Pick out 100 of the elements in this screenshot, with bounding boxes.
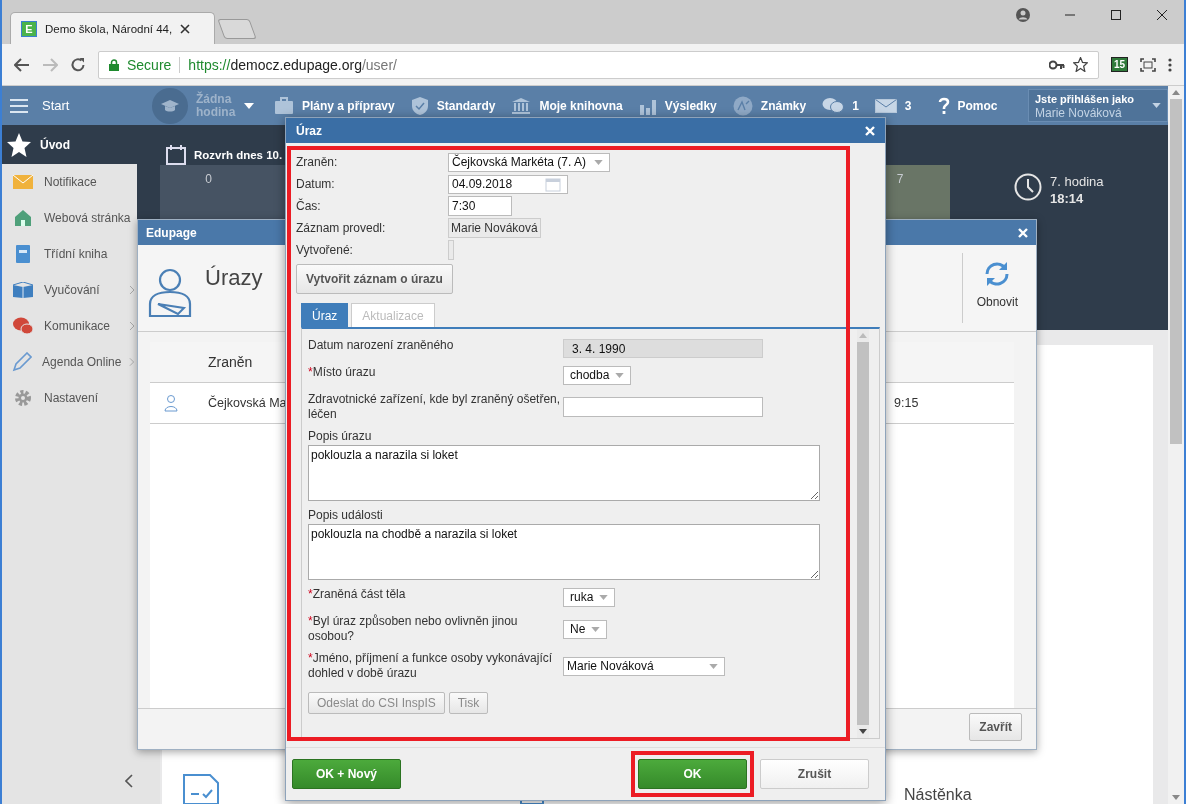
- sidebar-item[interactable]: Notifikace: [2, 164, 137, 200]
- field-label: Popis úrazu: [308, 429, 373, 444]
- read-only-field: Marie Nováková: [448, 218, 541, 238]
- text-area[interactable]: poklouzla na chodbě a narazila si loket: [308, 524, 820, 580]
- sidebar-label: Notifikace: [44, 175, 98, 189]
- nav-link[interactable]: Standardy: [410, 95, 496, 116]
- nav-link[interactable]: Moje knihovna: [511, 96, 623, 115]
- help-link[interactable]: Pomoc: [937, 96, 998, 115]
- reload-icon[interactable]: [70, 56, 86, 73]
- extension-badge[interactable]: 15: [1110, 57, 1128, 72]
- briefcase-icon: [274, 96, 294, 115]
- column-header: Zraněn: [208, 354, 254, 370]
- field-label: Datum:: [296, 176, 336, 192]
- caret-icon: [244, 102, 254, 109]
- back-arrow-icon[interactable]: [14, 57, 30, 72]
- pen-icon: [12, 352, 32, 372]
- dropdown[interactable]: Marie Nováková: [563, 656, 725, 676]
- notebook-icon: [16, 245, 30, 263]
- close-button[interactable]: Zavřít: [969, 713, 1022, 741]
- browser-tab[interactable]: E Demo škola, Národní 44,: [10, 12, 215, 44]
- caret-icon: [591, 626, 601, 632]
- nav-link[interactable]: Plány a přípravy: [274, 96, 395, 115]
- menu-dots-icon[interactable]: [1168, 57, 1172, 72]
- read-only-field: 3. 4. 1990: [563, 338, 763, 358]
- grade-badge-icon: [732, 95, 753, 116]
- house-icon: [14, 209, 32, 227]
- mail-link[interactable]: 3: [874, 98, 912, 113]
- field-label: Popis události: [308, 508, 384, 523]
- caret-icon: [1152, 103, 1161, 108]
- refresh-button[interactable]: Obnovit: [961, 253, 1032, 323]
- envelope-icon: [874, 98, 897, 113]
- scrollbar[interactable]: [857, 329, 869, 738]
- page-scrollbar[interactable]: [1168, 86, 1184, 804]
- date-field[interactable]: 04.09.2018: [448, 174, 568, 194]
- sidebar-label: Komunikace: [44, 319, 112, 333]
- dropdown[interactable]: ruka: [563, 587, 616, 607]
- user-name: Marie Nováková: [1035, 105, 1123, 120]
- close-icon[interactable]: [180, 23, 191, 34]
- graduation-cap-icon: [152, 87, 188, 124]
- caret-icon: [615, 372, 625, 378]
- field-label: Zdravotnické zařízení, kde byl zraněný ošetřen, léčen: [308, 392, 562, 422]
- star-outline-icon[interactable]: [1072, 57, 1088, 72]
- sidebar-item[interactable]: Vyučování: [2, 272, 137, 308]
- profile-icon[interactable]: [1016, 8, 1030, 22]
- current-period: 7. hodina: [1050, 173, 1104, 190]
- caret-icon: [599, 594, 609, 600]
- screen-capture-icon[interactable]: [1140, 57, 1156, 72]
- text-area[interactable]: poklouzla a narazila si loket: [308, 445, 820, 501]
- nav-link[interactable]: Výsledky: [638, 96, 717, 115]
- person-icon: [164, 394, 178, 412]
- dropdown[interactable]: chodba: [563, 365, 632, 385]
- sidebar-item[interactable]: Webová stránka: [2, 200, 137, 236]
- tab[interactable]: Úraz: [301, 303, 349, 327]
- close-icon[interactable]: [1156, 9, 1168, 21]
- gear-icon: [14, 389, 32, 407]
- person-arm-sling-icon: [148, 268, 192, 318]
- menu-icon: [10, 98, 28, 113]
- chat-bubbles-icon: [822, 96, 845, 115]
- dialog-title: Úraz: [296, 123, 322, 138]
- sidebar-label: Agenda Online: [42, 355, 122, 369]
- footer-button[interactable]: OK + Nový: [292, 759, 401, 789]
- dropdown[interactable]: Čejkovská Markéta (7. A): [448, 152, 610, 172]
- question-mark-icon: [937, 96, 950, 115]
- schedule-title: Rozvrh dnes 10.: [194, 149, 283, 161]
- nav-link[interactable]: Známky: [732, 95, 807, 116]
- dropdown[interactable]: Ne: [563, 619, 608, 639]
- sidebar-item[interactable]: Třídní kniha: [2, 236, 137, 272]
- field-label: Čas:: [296, 198, 322, 214]
- tile-label[interactable]: Nástěnka: [904, 786, 972, 804]
- sidebar-label: Třídní kniha: [44, 247, 109, 261]
- start-menu-button[interactable]: Start: [2, 98, 140, 113]
- star-icon: [6, 131, 32, 158]
- table-cell: Čejkovská Ma: [208, 396, 287, 410]
- footer-button[interactable]: Zrušit: [760, 759, 869, 789]
- scroll-down-icon[interactable]: [859, 729, 867, 734]
- user-menu[interactable]: Jste přihlášen jako Marie Nováková: [1028, 89, 1168, 122]
- sidebar-label: Vyučování: [44, 283, 101, 297]
- chat-bubbles-icon: [12, 316, 34, 336]
- key-icon[interactable]: [1048, 59, 1065, 70]
- footer-button[interactable]: OK: [638, 759, 747, 789]
- calendar-icon: [166, 145, 186, 165]
- library-icon: [511, 96, 532, 115]
- shield-icon: [410, 95, 429, 116]
- maximize-icon[interactable]: [1110, 9, 1122, 21]
- scroll-up-icon[interactable]: [1172, 90, 1180, 95]
- sidebar-label: Nastavení: [44, 391, 100, 405]
- chevron-left-icon[interactable]: [125, 774, 133, 788]
- messages-link[interactable]: 1: [822, 96, 859, 115]
- create-record-button[interactable]: Vytvořit záznam o úrazu: [296, 264, 453, 294]
- address-bar[interactable]: Secure https://democz.edupage.org/user/: [98, 50, 1099, 79]
- input-field[interactable]: [563, 397, 763, 417]
- field-label: *Zraněná část těla: [308, 587, 407, 603]
- field-label: Vytvořené:: [296, 242, 354, 258]
- tab-title: Demo škola, Národní 44,: [45, 22, 173, 35]
- field-label: *Místo úrazu: [308, 365, 377, 381]
- time-field[interactable]: 7:30: [448, 196, 512, 216]
- lock-icon: [109, 58, 119, 71]
- clock-icon: [1014, 173, 1042, 201]
- sidebar-label: Úvod: [40, 137, 71, 152]
- current-time: 18:14: [1050, 190, 1085, 207]
